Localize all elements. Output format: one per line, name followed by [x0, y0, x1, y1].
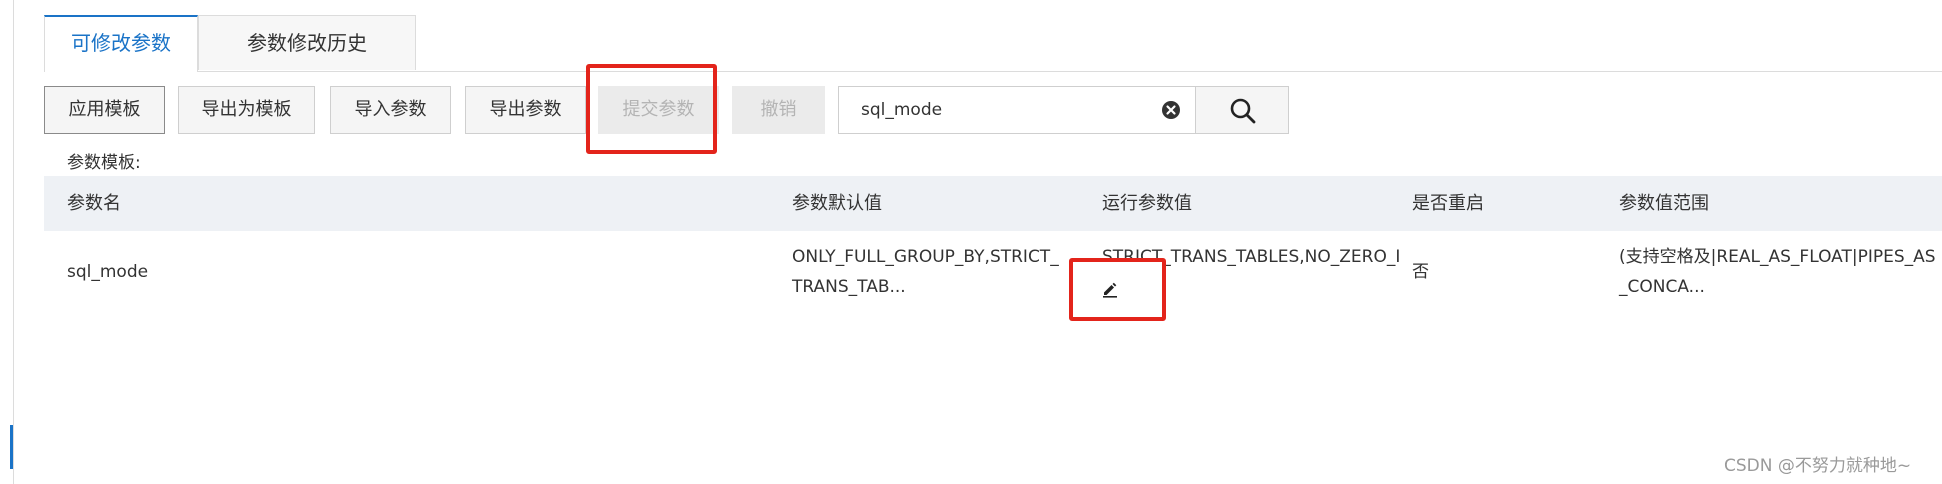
search-box: [838, 86, 1196, 134]
search-button[interactable]: [1195, 86, 1289, 134]
tab-editable-params[interactable]: 可修改参数: [44, 15, 198, 72]
clear-circle-icon[interactable]: [1161, 100, 1181, 120]
highlight-edit-icon: [1069, 258, 1166, 321]
export-params-button[interactable]: 导出参数: [465, 86, 586, 134]
tab-bar: 可修改参数 参数修改历史: [44, 15, 1942, 72]
header-running-value: 运行参数值: [1102, 193, 1192, 214]
cell-value-range: (支持空格及|REAL_AS_FLOAT|PIPES_AS_CONCA...: [1619, 247, 1936, 297]
header-default-value: 参数默认值: [792, 193, 882, 214]
header-param-name: 参数名: [67, 193, 121, 214]
param-template-label: 参数模板:: [67, 153, 141, 173]
cancel-button[interactable]: 撤销: [732, 86, 825, 134]
apply-template-button[interactable]: 应用模板: [44, 86, 165, 134]
tab-param-history[interactable]: 参数修改历史: [198, 15, 416, 70]
highlight-submit-params: [586, 64, 717, 154]
header-value-range: 参数值范围: [1619, 193, 1709, 214]
left-border: [13, 0, 14, 484]
export-as-template-button[interactable]: 导出为模板: [178, 86, 315, 134]
search-input[interactable]: [861, 95, 1141, 125]
cell-default-value: ONLY_FULL_GROUP_BY,STRICT_TRANS_TAB...: [792, 247, 1059, 297]
cell-restart: 否: [1412, 262, 1429, 282]
magnifier-icon: [1230, 98, 1256, 124]
table-header: 参数名 参数默认值 运行参数值 是否重启 参数值范围: [44, 176, 1942, 231]
left-accent-bar: [10, 425, 13, 469]
table-row: sql_mode ONLY_FULL_GROUP_BY,STRICT_TRANS…: [44, 231, 1942, 339]
watermark: CSDN @不努力就种地~: [1724, 456, 1912, 476]
cell-param-name: sql_mode: [67, 262, 149, 282]
header-restart: 是否重启: [1412, 193, 1484, 214]
import-params-button[interactable]: 导入参数: [330, 86, 451, 134]
